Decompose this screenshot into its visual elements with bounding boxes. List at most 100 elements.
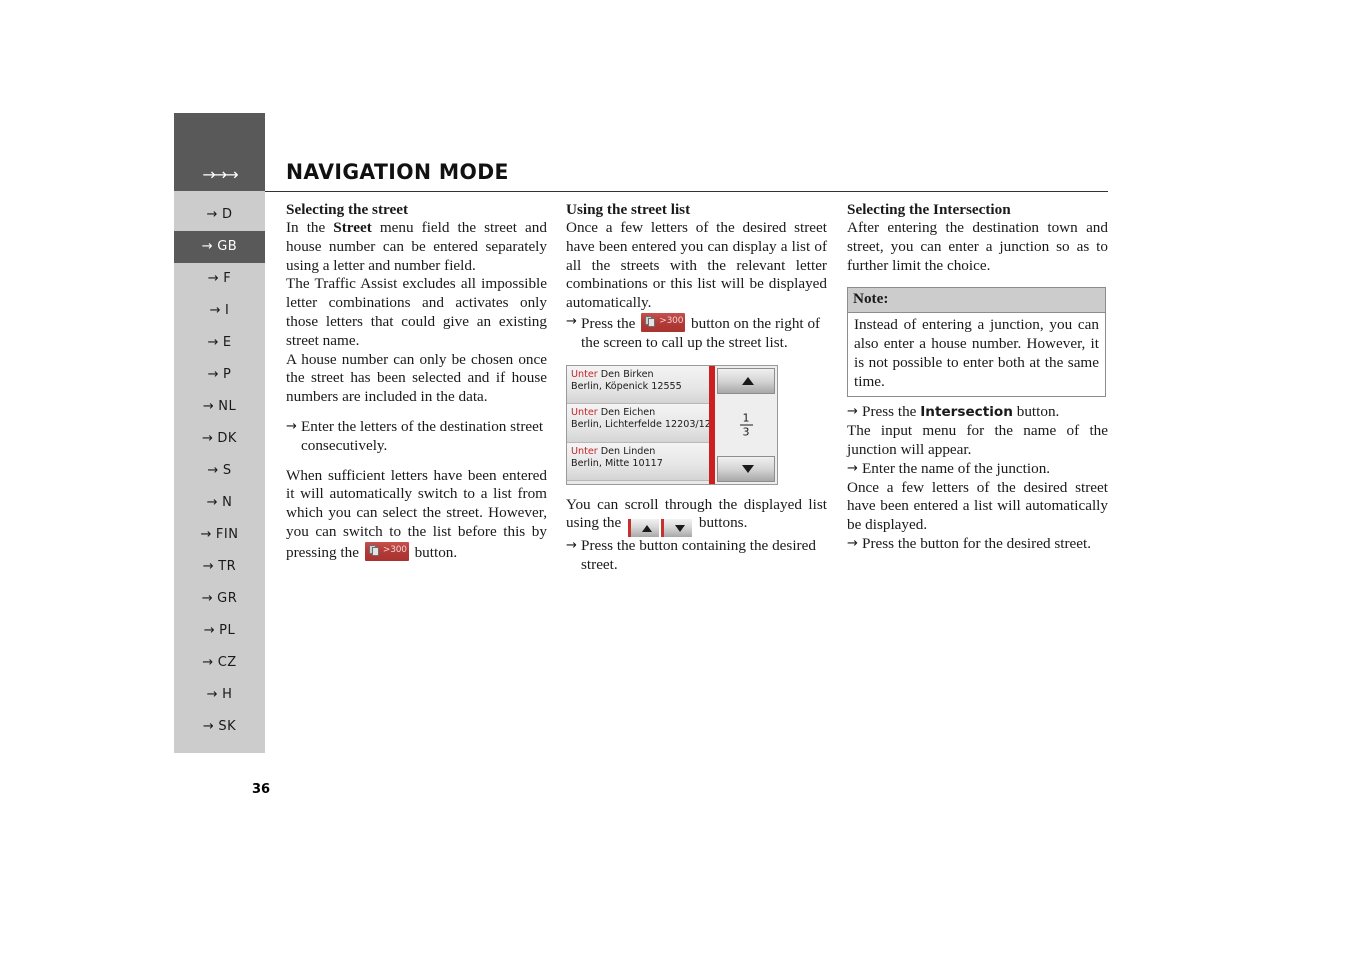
street-list-button-icon[interactable]: >300 [641, 312, 686, 332]
list-item-location: Berlin, Köpenick 12555 [571, 380, 682, 392]
scroll-down-button[interactable] [717, 455, 775, 482]
list-item[interactable]: Unter Den Eichen Berlin, Lichterfelde 12… [567, 404, 729, 443]
triangle-down-icon [675, 524, 686, 532]
list-item-location: Berlin, Mitte 10117 [571, 457, 663, 469]
highlight-text: Unter [571, 407, 598, 419]
sidebar-item-s[interactable]: → S [174, 455, 265, 487]
highlight-text: Unter [571, 445, 598, 457]
sidebar-item-label: TR [218, 559, 237, 574]
list-item-street: Unter Den Eichen [571, 407, 705, 419]
list-item-street: Unter Den Linden [571, 446, 705, 458]
text-run: Press the [581, 314, 640, 332]
arrow-right-icon: → [286, 418, 297, 434]
paragraph-house-number: A house number can only be chosen once t… [286, 350, 547, 406]
triangle-up-icon [642, 524, 653, 532]
sidebar-item-gb[interactable]: → GB [174, 231, 265, 263]
sidebar-item-p[interactable]: → P [174, 359, 265, 391]
arrow-right-icon: → [566, 538, 577, 554]
paragraph-list-displayed: Once a few letters of the desired street… [847, 478, 1108, 534]
paragraph-street-menu: In the Street menu field the street and … [286, 219, 547, 275]
sidebar-item-h[interactable]: → H [174, 679, 265, 711]
page-indicator: 1 3 [715, 412, 777, 437]
manual-page: →→→ → D → GB → F → I → E → P → NL → DK → S → N → FI… [0, 0, 1351, 954]
note-box-body: Instead of entering a junction, you can … [848, 313, 1105, 397]
page-indicator-total: 3 [742, 425, 750, 439]
intersection-button-label[interactable]: Intersection [920, 404, 1013, 420]
arrow-right-icon: → [202, 399, 215, 414]
arrow-right-icon: → [847, 404, 858, 420]
sidebar-item-i[interactable]: → I [174, 295, 265, 327]
sidebar-item-label: FIN [215, 527, 239, 542]
sidebar-item-n[interactable]: → N [174, 487, 265, 519]
sidebar-item-label: H [222, 687, 233, 702]
triple-arrow-icon: →→→ [202, 165, 238, 184]
sidebar-item-pl[interactable]: → PL [174, 615, 265, 647]
paragraph-street-list-intro: Once a few letters of the desired street… [566, 219, 827, 312]
arrow-right-icon: → [207, 367, 220, 382]
sidebar-item-label: SK [218, 719, 237, 734]
step-text: Enter the name of the junction. [862, 459, 1051, 477]
sidebar-item-label: F [223, 271, 232, 286]
scroll-up-button[interactable] [717, 367, 775, 394]
sidebar-item-fin[interactable]: → FIN [174, 519, 265, 551]
triangle-up-icon [742, 376, 754, 385]
arrow-right-icon: → [202, 655, 214, 670]
scroll-up-button-icon[interactable] [628, 518, 660, 537]
sidebar-item-label: D [221, 207, 233, 222]
step-text: Enter the letters of the destination str… [301, 417, 544, 454]
arrow-right-icon: → [202, 719, 215, 734]
street-list-button-icon[interactable]: >300 [364, 541, 409, 561]
step-press-desired-street-button: → Press the button for the desired street… [847, 535, 1108, 554]
list-item[interactable]: Unter Den Linden Berlin, Mitte 10117 [567, 442, 709, 482]
triangle-down-icon [742, 464, 754, 473]
highlight-text: Unter [571, 368, 598, 380]
section-heading-selecting-the-intersection: Selecting the Intersection [847, 201, 1011, 218]
text-run: Den Linden [597, 445, 656, 457]
note-box-title: Note: [848, 288, 1105, 314]
sidebar-item-gr[interactable]: → GR [174, 583, 265, 615]
text-run: Den Birken [597, 368, 654, 380]
list-item[interactable]: Unter Den Birken Berlin, Köpenick 12555 [567, 365, 709, 405]
paragraph-input-menu: The input menu for the name of the junct… [847, 422, 1108, 458]
step-press-street-list-button: → Press the >300 button on the right of t… [566, 312, 827, 353]
sidebar-item-label: PL [219, 623, 236, 638]
sidebar-item-label: E [222, 335, 232, 350]
arrow-right-icon: → [206, 207, 218, 222]
list-item-street: Unter Den Birken [571, 369, 705, 381]
device-scrollbar: 1 3 [715, 365, 777, 484]
arrow-right-icon: → [200, 527, 212, 542]
sidebar-header: →→→ [174, 113, 265, 191]
page-number: 36 [252, 782, 271, 797]
paragraph-scroll-instructions: You can scroll through the displayed lis… [566, 496, 827, 538]
scroll-down-button-icon[interactable] [661, 518, 693, 537]
sidebar-item-label: GB [217, 239, 238, 254]
sidebar-item-dk[interactable]: → DK [174, 423, 265, 455]
sidebar-item-nl[interactable]: → NL [174, 391, 265, 423]
arrow-right-icon: → [206, 687, 219, 702]
sidebar-item-label: N [222, 495, 233, 510]
sidebar-item-f[interactable]: → F [174, 263, 265, 295]
arrow-right-icon: → [207, 463, 219, 478]
street-list-button-label: >300 [659, 316, 684, 327]
sidebar-item-label: P [223, 367, 232, 382]
sidebar-item-tr[interactable]: → TR [174, 551, 265, 583]
sidebar-item-cz[interactable]: → CZ [174, 647, 265, 679]
text-run: button. [410, 543, 458, 561]
sidebar-item-d[interactable]: → D [174, 199, 265, 231]
arrow-right-icon: → [847, 460, 858, 476]
text-run: button. [1012, 403, 1060, 421]
scroll-buttons-icon [628, 518, 693, 537]
step-enter-letters: → Enter the letters of the destination st… [286, 418, 547, 456]
sidebar-item-e[interactable]: → E [174, 327, 265, 359]
bold-street: Street [333, 219, 372, 236]
arrow-right-icon: → [201, 239, 214, 254]
sidebar-item-label: NL [218, 399, 237, 414]
sidebar-item-label: I [225, 303, 230, 318]
column-two: Using the street list Once a few letters… [566, 200, 827, 575]
note-box: Note: Instead of entering a junction, yo… [847, 287, 1106, 398]
page-indicator-current: 1 [742, 411, 750, 425]
sidebar-item-sk[interactable]: → SK [174, 711, 265, 743]
paragraph-intersection-intro: After entering the destination town and … [847, 219, 1108, 274]
